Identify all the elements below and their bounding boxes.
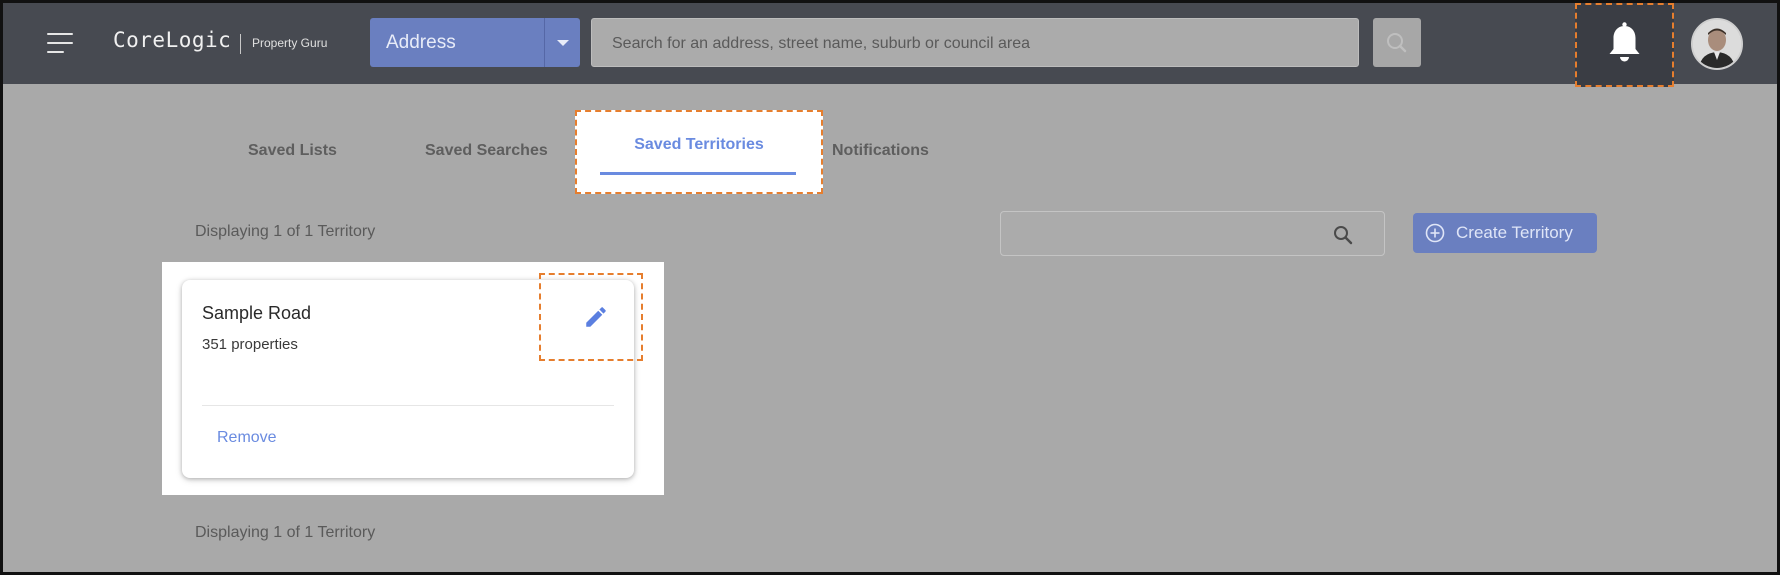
tab-saved-lists[interactable]: Saved Lists — [248, 142, 337, 160]
remove-territory-button[interactable]: Remove — [217, 429, 277, 447]
tab-notifications[interactable]: Notifications — [832, 142, 929, 160]
search-icon — [1387, 33, 1407, 53]
search-type-dropdown[interactable]: Address — [370, 18, 580, 67]
user-photo-icon — [1693, 20, 1741, 68]
pencil-icon — [586, 307, 606, 327]
search-field[interactable] — [591, 18, 1359, 68]
dropdown-separator — [544, 18, 545, 67]
notifications-button[interactable] — [1575, 3, 1674, 87]
search-type-label: Address — [386, 32, 456, 53]
display-count-bottom: Displaying 1 of 1 Territory — [195, 524, 376, 541]
bell-icon — [1609, 22, 1640, 62]
territory-filter[interactable] — [1000, 211, 1385, 257]
create-territory-label: Create Territory — [1456, 223, 1573, 242]
chevron-down-icon — [557, 40, 569, 46]
edit-territory-button[interactable] — [539, 273, 643, 361]
search-input[interactable] — [610, 19, 1334, 68]
logo: CoreLogic — [113, 28, 232, 52]
app-window: CoreLogic Property Guru Address Search f… — [0, 0, 1780, 575]
plus-circle-icon — [1425, 223, 1445, 243]
tab-saved-territories[interactable]: Saved Territories — [575, 110, 823, 194]
create-territory-button[interactable]: Create Territory — [1413, 213, 1597, 253]
menu-icon[interactable] — [47, 33, 73, 55]
search-icon[interactable] — [1331, 223, 1355, 247]
logo-divider — [240, 34, 241, 54]
tab-saved-searches[interactable]: Saved Searches — [425, 142, 548, 160]
search-button[interactable] — [1373, 18, 1421, 67]
top-bar: CoreLogic Property Guru Address — [3, 3, 1777, 87]
active-tab-underline — [600, 172, 796, 175]
territory-search-input[interactable] — [1011, 212, 1325, 257]
card-divider — [202, 405, 614, 406]
avatar[interactable] — [1691, 18, 1743, 70]
logo-subtitle: Property Guru — [252, 36, 328, 50]
territory-name: Sample Road — [202, 303, 312, 323]
tab-label: Saved Territories — [634, 136, 764, 153]
display-count-top: Displaying 1 of 1 Territory — [195, 223, 376, 240]
territory-property-count: 351 properties — [202, 336, 298, 353]
